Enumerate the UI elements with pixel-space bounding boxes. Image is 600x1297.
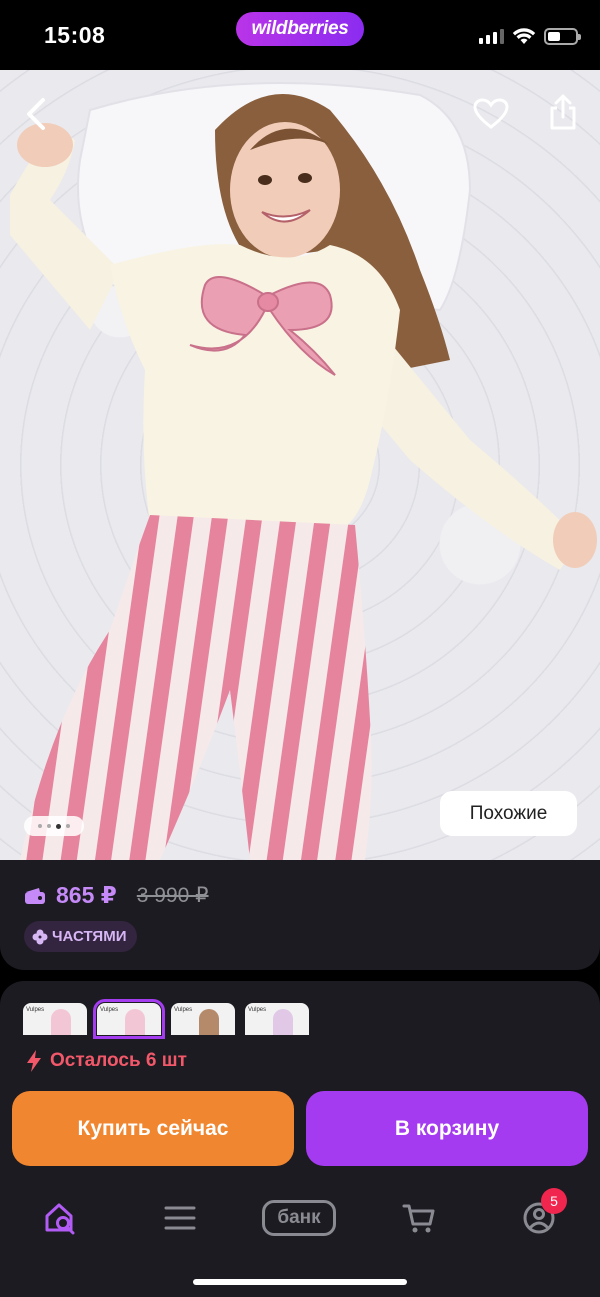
wildberries-logo: wildberries <box>236 12 364 46</box>
share-button[interactable] <box>541 90 585 134</box>
price-row: 865 ₽ 3 990 ₽ <box>24 882 209 909</box>
cart-icon <box>402 1204 435 1233</box>
thumb-caption: Vulpes <box>248 1007 267 1013</box>
notification-badge: 5 <box>541 1188 567 1214</box>
installments-badge[interactable]: ЧАСТЯМИ <box>24 921 138 952</box>
installments-label: ЧАСТЯМИ <box>52 928 127 945</box>
wifi-icon <box>512 28 536 44</box>
old-price: 3 990 ₽ <box>136 884 209 907</box>
variant-thumbnail-selected[interactable]: Vulpes <box>93 999 165 1039</box>
price-card: 865 ₽ 3 990 ₽ ЧАСТЯМИ <box>0 860 600 970</box>
thumb-caption: Vulpes <box>26 1007 45 1013</box>
tab-bar: банк <box>0 1193 600 1253</box>
pagination-dot <box>38 824 42 828</box>
back-arrow-icon <box>27 98 45 130</box>
lightning-icon <box>27 1050 41 1072</box>
thumb-caption: Vulpes <box>174 1007 193 1013</box>
add-to-cart-button[interactable]: В корзину <box>306 1091 588 1166</box>
product-photo[interactable]: Похожие <box>0 70 600 860</box>
product-photo-illustration <box>10 82 597 860</box>
current-price: 865 ₽ <box>56 882 117 908</box>
variant-thumbnail[interactable]: Vulpes <box>171 1003 235 1035</box>
image-pagination-dots <box>24 816 84 836</box>
wallet-icon <box>25 887 45 904</box>
status-bar: 15:08 wildberries <box>0 0 600 70</box>
catalog-icon <box>164 1206 196 1230</box>
variant-thumbnail[interactable]: Vulpes <box>245 1003 309 1035</box>
stock-label: Осталось 6 шт <box>50 1050 187 1071</box>
back-button[interactable] <box>14 92 58 136</box>
status-icons <box>479 24 581 48</box>
pagination-dot <box>66 824 70 828</box>
buy-now-button[interactable]: Купить сейчас <box>12 1091 294 1166</box>
stock-indicator: Осталось 6 шт <box>26 1049 187 1073</box>
tab-catalog[interactable] <box>150 1193 210 1243</box>
tab-bank[interactable]: банк <box>262 1193 336 1243</box>
heart-icon <box>473 98 509 129</box>
bank-label: банк <box>262 1200 336 1236</box>
pagination-dot <box>47 824 51 828</box>
favorite-button[interactable] <box>469 92 513 136</box>
tab-home[interactable] <box>30 1193 90 1243</box>
tab-cart[interactable] <box>389 1193 449 1243</box>
battery-icon <box>544 27 581 45</box>
pagination-dot-active <box>56 823 61 829</box>
home-search-icon <box>45 1203 75 1235</box>
variant-thumbnails: Vulpes Vulpes Vulpes Vulpes <box>23 999 309 1039</box>
status-time: 15:08 <box>44 22 106 48</box>
clover-icon <box>32 929 48 944</box>
variant-thumbnail[interactable]: Vulpes <box>23 1003 87 1035</box>
similar-button[interactable]: Похожие <box>440 791 577 836</box>
thumb-caption: Vulpes <box>100 1007 119 1013</box>
share-icon <box>550 94 576 130</box>
signal-icon <box>479 28 504 44</box>
home-indicator[interactable] <box>193 1279 407 1285</box>
